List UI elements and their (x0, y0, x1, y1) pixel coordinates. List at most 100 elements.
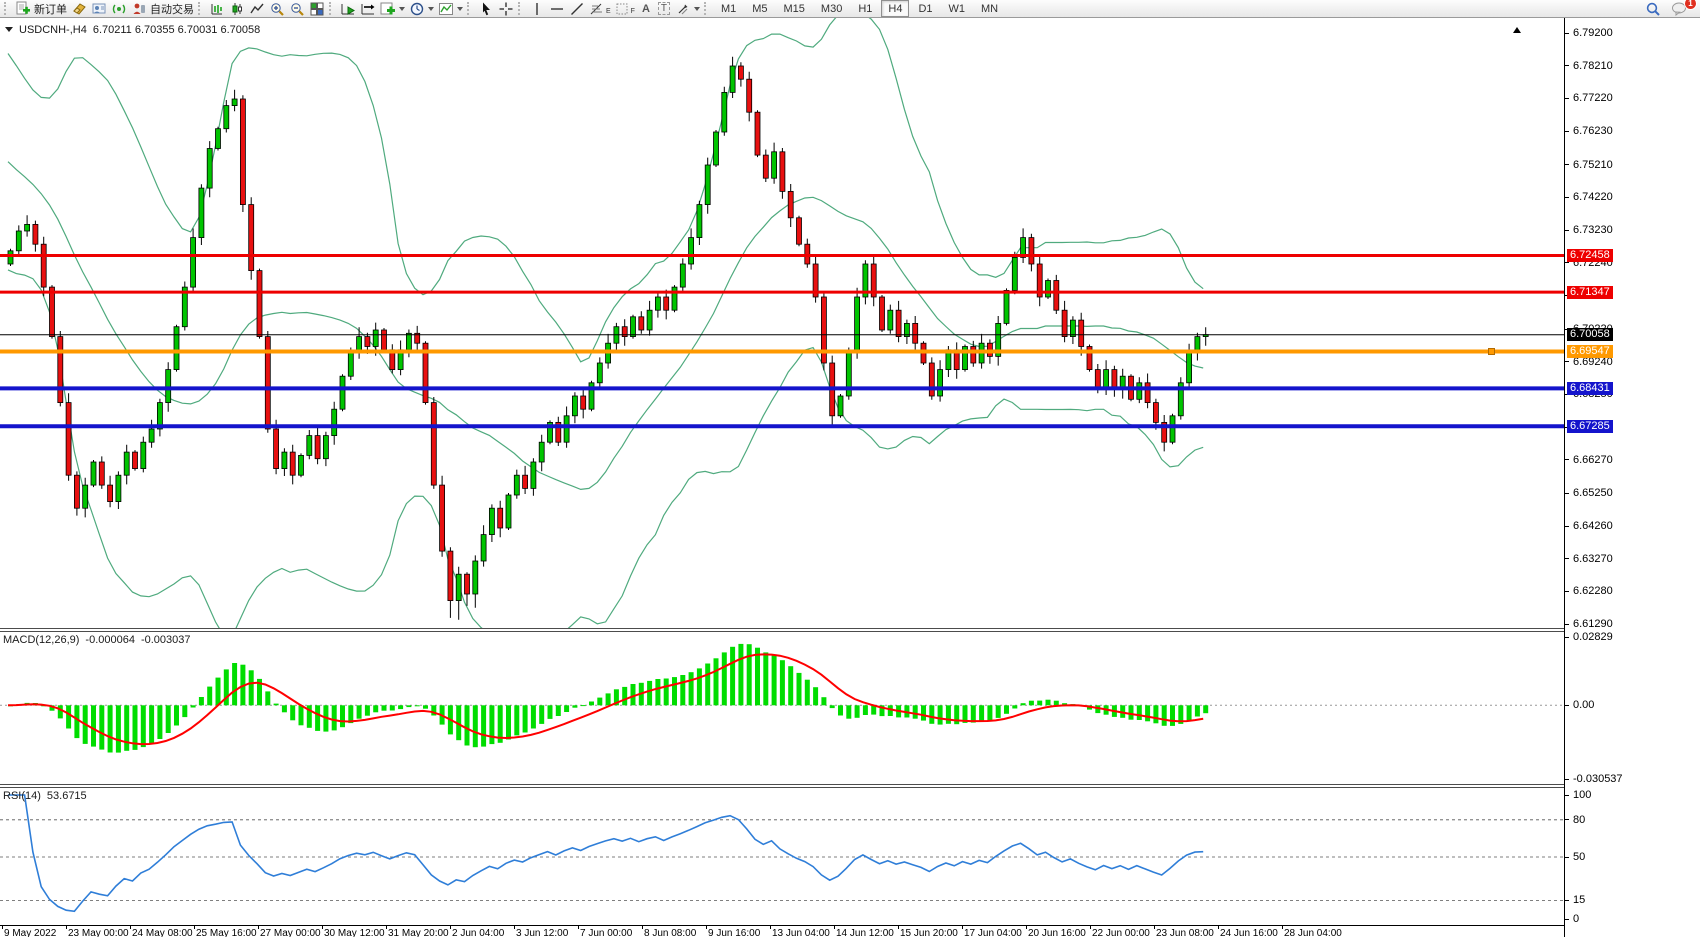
chevron-down-icon (399, 7, 405, 14)
profiles-icon[interactable] (89, 1, 109, 17)
axis-tick (1565, 591, 1569, 592)
tf-button-d1[interactable]: D1 (911, 0, 939, 17)
axis-tick (1565, 857, 1569, 858)
gold-eraser-icon[interactable] (69, 1, 89, 17)
bar-chart-mode-button[interactable] (207, 1, 227, 17)
price-level-badge[interactable]: 6.68431 (1567, 382, 1613, 395)
notifications-button[interactable]: 1 (1669, 1, 1690, 17)
axis-tick-label: 0.00 (1573, 699, 1594, 711)
tf-button-w1[interactable]: W1 (942, 0, 973, 17)
templates-dropdown-button[interactable] (436, 1, 465, 17)
zoom-out-button[interactable] (287, 1, 307, 17)
tf-button-mn[interactable]: MN (974, 0, 1005, 17)
axis-tick (1565, 459, 1569, 460)
time-label: 17 Jun 04:00 (964, 928, 1022, 937)
price-level-badge[interactable]: 6.67285 (1567, 420, 1613, 433)
rsi-panel[interactable] (0, 788, 1564, 925)
time-tick (2, 926, 3, 929)
macd-panel[interactable] (0, 632, 1564, 784)
axis-tick (1565, 33, 1569, 34)
time-label: 23 Jun 08:00 (1156, 928, 1214, 937)
tile-windows-button[interactable] (307, 1, 327, 17)
crosshair-button[interactable] (496, 1, 516, 17)
chart-shift-button[interactable] (358, 1, 378, 17)
line-chart-mode-button[interactable] (247, 1, 267, 17)
time-tick (194, 926, 195, 929)
tf-button-h4[interactable]: H4 (881, 0, 909, 17)
toolbar-grip (4, 2, 9, 15)
time-tick (258, 926, 259, 929)
time-tick (642, 926, 643, 929)
time-label: 3 Jun 12:00 (516, 928, 568, 937)
toolbar-grip (518, 2, 523, 15)
axis-tick-label: 6.79200 (1573, 27, 1613, 39)
axis-tick-label: 100 (1573, 789, 1591, 801)
grid-suffix: F (631, 8, 635, 15)
macd-value: -0.000064 (85, 634, 135, 646)
price-level-badge[interactable]: 6.70058 (1567, 328, 1613, 341)
time-axis[interactable]: 9 May 202223 May 00:0024 May 08:0025 May… (0, 925, 1564, 937)
axis-tick (1565, 493, 1569, 494)
axis-tick-label: 50 (1573, 851, 1585, 863)
axis-tick (1565, 779, 1569, 780)
axis-tick (1565, 98, 1569, 99)
horizontal-line-button[interactable] (547, 1, 567, 17)
axis-tick (1565, 900, 1569, 901)
tf-button-m1[interactable]: M1 (714, 0, 743, 17)
time-tick (1218, 926, 1219, 929)
auto-scroll-button[interactable] (338, 1, 358, 17)
fibonacci-suffix: E (606, 8, 611, 15)
candlestick-mode-button[interactable] (227, 1, 247, 17)
time-tick (450, 926, 451, 929)
new-order-button[interactable]: 新订单 (13, 1, 69, 17)
main-chart-panel[interactable] (0, 18, 1564, 628)
price-level-badge[interactable]: 6.72458 (1567, 249, 1613, 262)
orange-line-handle[interactable] (1488, 348, 1495, 355)
tf-button-m15[interactable]: M15 (777, 0, 812, 17)
time-label: 9 May 2022 (4, 928, 56, 937)
time-tick (1154, 926, 1155, 929)
time-tick (1282, 926, 1283, 929)
label-button[interactable]: T (655, 1, 673, 17)
fibonacci-button[interactable]: E (587, 1, 613, 17)
time-label: 7 Jun 00:00 (580, 928, 632, 937)
axis-tick (1565, 197, 1569, 198)
tf-button-m5[interactable]: M5 (745, 0, 774, 17)
new-chart-button[interactable] (378, 1, 407, 17)
price-level-badge[interactable]: 6.71347 (1567, 286, 1613, 299)
axis-tick-label: 6.63270 (1573, 553, 1613, 565)
axis-tick-label: 6.61290 (1573, 618, 1613, 630)
axis-tick (1565, 795, 1569, 796)
tf-button-h1[interactable]: H1 (851, 0, 879, 17)
periods-dropdown-button[interactable] (407, 1, 436, 17)
symbol-marker-icon (5, 27, 13, 36)
time-label: 15 Jun 20:00 (900, 928, 958, 937)
axis-tick-label: 6.75210 (1573, 159, 1613, 171)
trendline-button[interactable] (567, 1, 587, 17)
axis-tick-label: 6.66270 (1573, 454, 1613, 466)
grid-f-button[interactable]: F (613, 1, 637, 17)
autotrading-button[interactable]: 自动交易 (129, 1, 196, 17)
time-label: 2 Jun 04:00 (452, 928, 504, 937)
chart-title: USDCNH-,H4 6.70211 6.70355 6.70031 6.700… (5, 23, 260, 36)
chevron-down-icon (457, 7, 463, 14)
arrows-dropdown-button[interactable] (673, 1, 702, 17)
time-label: 20 Jun 16:00 (1028, 928, 1086, 937)
vertical-line-button[interactable] (527, 1, 547, 17)
signals-icon[interactable] (109, 1, 129, 17)
cursor-button[interactable] (476, 1, 496, 17)
axis-tick-label: 6.65250 (1573, 487, 1613, 499)
axis-tick (1565, 624, 1569, 625)
search-button[interactable] (1643, 1, 1663, 17)
zoom-in-button[interactable] (267, 1, 287, 17)
price-axis[interactable]: 6.792006.782106.772206.762306.752106.742… (1564, 18, 1700, 937)
time-label: 24 May 08:00 (132, 928, 193, 937)
symbol-title: USDCNH-,H4 (19, 24, 87, 36)
new-order-label: 新订单 (34, 1, 67, 17)
price-level-badge[interactable]: 6.69547 (1567, 345, 1613, 358)
scroll-to-end-icon[interactable] (1513, 23, 1521, 33)
axis-tick-label: 6.77220 (1573, 92, 1613, 104)
chevron-down-icon (694, 7, 700, 14)
tf-button-m30[interactable]: M30 (814, 0, 849, 17)
text-button[interactable]: A (637, 1, 655, 17)
